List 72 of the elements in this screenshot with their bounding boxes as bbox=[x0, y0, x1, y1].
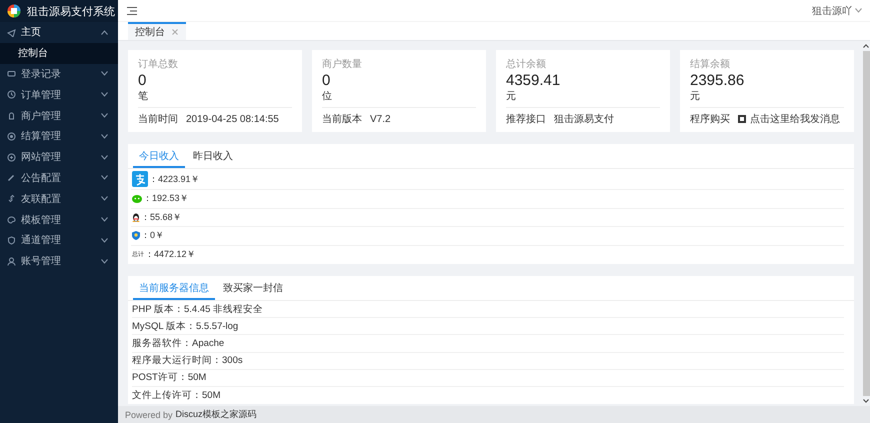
alipay-icon bbox=[132, 171, 148, 187]
income-amount: ：55.68￥ bbox=[141, 210, 182, 224]
income-amount: ：192.53￥ bbox=[143, 192, 189, 206]
card-footer-value: V7.2 bbox=[370, 114, 391, 124]
card-title: 商户数量 bbox=[322, 58, 363, 71]
card-title: 订单总数 bbox=[138, 58, 179, 71]
card-icon bbox=[7, 69, 16, 78]
scroll-down-icon bbox=[863, 399, 869, 403]
card-footer-value: 2019-04-25 08:14:55 bbox=[186, 114, 279, 124]
menu-button[interactable] bbox=[127, 6, 137, 14]
income-amount: ：4472.12￥ bbox=[145, 248, 196, 262]
card-footer-label: 当前时间 bbox=[138, 112, 178, 126]
nav-subitem[interactable]: 控制台 bbox=[0, 42, 118, 64]
server-info: 服务器软件：Apache bbox=[132, 336, 224, 350]
page-tab[interactable]: 控制台 bbox=[128, 22, 186, 40]
card-title: 结算余额 bbox=[690, 58, 731, 71]
server-info: PHP 版本：5.4.45 非线程安全 bbox=[132, 302, 264, 316]
nav-item[interactable]: 结算管理 bbox=[0, 126, 118, 147]
income-amount: ：4223.91￥ bbox=[149, 172, 200, 186]
nav-item[interactable]: 模板管理 bbox=[0, 209, 118, 230]
card-unit: 元 bbox=[690, 91, 701, 103]
nav-item[interactable]: 主页 bbox=[0, 22, 118, 43]
server-info: MySQL 版本：5.5.57-log bbox=[132, 320, 238, 333]
card-footer-label: 当前版本 bbox=[322, 112, 362, 126]
footer-text: Powered by bbox=[125, 410, 173, 420]
logo-icon bbox=[7, 4, 21, 18]
penguin-icon bbox=[132, 212, 140, 222]
card-unit: 笔 bbox=[138, 91, 149, 103]
panel-tab[interactable]: 当前服务器信息 bbox=[133, 276, 215, 300]
close-icon bbox=[172, 29, 178, 35]
nav-item[interactable]: 公告配置 bbox=[0, 168, 118, 188]
card-unit: 元 bbox=[506, 91, 517, 103]
nav-item[interactable]: 订单管理 bbox=[0, 84, 118, 106]
card-footer-label: 程序购买 bbox=[690, 112, 730, 126]
panel-tab[interactable]: 今日收入 bbox=[133, 144, 185, 168]
nav-item[interactable]: 网站管理 bbox=[0, 146, 118, 168]
nav-item[interactable]: 账号管理 bbox=[0, 250, 118, 272]
income-amount: ：0￥ bbox=[141, 229, 164, 242]
card-value: 4359.41 bbox=[506, 72, 562, 89]
panel-tab[interactable]: 致买家一封信 bbox=[217, 276, 289, 300]
panel-tab[interactable]: 昨日收入 bbox=[187, 144, 239, 168]
user-menu[interactable]: 狙击源吖 bbox=[812, 4, 862, 18]
menu-icon bbox=[127, 6, 137, 14]
footer-link[interactable]: Discuz模板之家源码 bbox=[176, 408, 257, 421]
scroll-thumb[interactable] bbox=[862, 51, 870, 396]
message-link[interactable]: 点击这里给我发消息 bbox=[738, 112, 840, 126]
card-footer-label: 推荐接口 bbox=[506, 112, 546, 126]
scroll-up-icon bbox=[863, 44, 869, 48]
nav-item[interactable]: 登录记录 bbox=[0, 64, 118, 84]
send-icon bbox=[7, 28, 16, 37]
shield-icon bbox=[7, 236, 16, 245]
plus-circle-icon bbox=[7, 152, 16, 162]
app-title: 狙击源易支付系统 bbox=[27, 4, 115, 18]
shield-icon bbox=[132, 231, 140, 240]
wechat-icon bbox=[132, 194, 142, 203]
card-title: 总计余额 bbox=[506, 58, 547, 71]
circle-dot-icon bbox=[7, 132, 16, 141]
nav-item[interactable]: 友联配置 bbox=[0, 188, 118, 210]
card-unit: 位 bbox=[322, 91, 333, 103]
server-info: 文件上传许可：50M bbox=[132, 389, 220, 402]
card-footer-value: 狙击源易支付 bbox=[554, 112, 614, 126]
nav-item[interactable]: 商户管理 bbox=[0, 105, 118, 126]
server-info: 程序最大运行时间：300s bbox=[132, 354, 243, 368]
clock-icon bbox=[7, 90, 16, 100]
person-icon bbox=[7, 256, 16, 266]
pen-icon bbox=[7, 173, 16, 182]
chevron-down-icon bbox=[855, 8, 862, 13]
card-value: 2395.86 bbox=[690, 72, 746, 89]
card-value: 0 bbox=[138, 72, 148, 89]
server-info: POST许可：50M bbox=[132, 371, 206, 384]
nav-item[interactable]: 通道管理 bbox=[0, 230, 118, 251]
card-value: 0 bbox=[322, 72, 332, 89]
